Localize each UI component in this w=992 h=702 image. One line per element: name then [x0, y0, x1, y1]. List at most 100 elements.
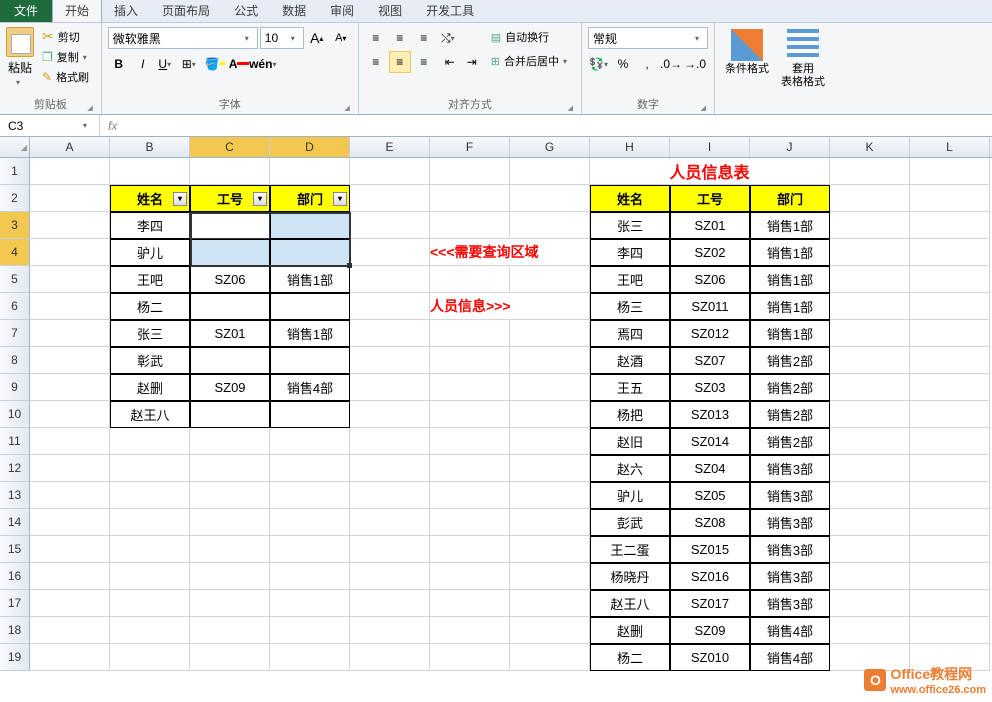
cell-J5[interactable]: 销售1部 — [750, 266, 830, 293]
row-header-15[interactable]: 15 — [0, 536, 30, 563]
cell-E4[interactable] — [350, 239, 430, 266]
cell-C16[interactable] — [190, 563, 270, 590]
cell-K7[interactable] — [830, 320, 910, 347]
tab-dev[interactable]: 开发工具 — [414, 0, 486, 22]
cell-I8[interactable]: SZ07 — [670, 347, 750, 374]
cell-A10[interactable] — [30, 401, 110, 428]
cell-A5[interactable] — [30, 266, 110, 293]
cell-A15[interactable] — [30, 536, 110, 563]
col-header-F[interactable]: F — [430, 137, 510, 157]
cell-F9[interactable] — [430, 374, 510, 401]
cell-C12[interactable] — [190, 455, 270, 482]
cell-J2[interactable]: 部门 — [750, 185, 830, 212]
cell-D15[interactable] — [270, 536, 350, 563]
cell-C17[interactable] — [190, 590, 270, 617]
cell-H8[interactable]: 赵酒 — [590, 347, 670, 374]
cell-I13[interactable]: SZ05 — [670, 482, 750, 509]
cell-E10[interactable] — [350, 401, 430, 428]
cell-H19[interactable]: 杨二 — [590, 644, 670, 671]
decrease-decimal-button[interactable]: →.0 — [684, 53, 706, 75]
font-color-button[interactable]: A — [228, 53, 250, 75]
cell-I3[interactable]: SZ01 — [670, 212, 750, 239]
cell-E16[interactable] — [350, 563, 430, 590]
filter-dropdown-icon[interactable]: ▾ — [333, 192, 347, 206]
cell-I10[interactable]: SZ013 — [670, 401, 750, 428]
cell-F15[interactable] — [430, 536, 510, 563]
cell-J11[interactable]: 销售2部 — [750, 428, 830, 455]
cell-G10[interactable] — [510, 401, 590, 428]
cell-H5[interactable]: 王吧 — [590, 266, 670, 293]
cell-E15[interactable] — [350, 536, 430, 563]
cell-J3[interactable]: 销售1部 — [750, 212, 830, 239]
cell-C19[interactable] — [190, 644, 270, 671]
cell-F8[interactable] — [430, 347, 510, 374]
cell-C15[interactable] — [190, 536, 270, 563]
cell-L2[interactable] — [910, 185, 990, 212]
cell-D19[interactable] — [270, 644, 350, 671]
cell-C4[interactable] — [190, 239, 270, 266]
cell-G17[interactable] — [510, 590, 590, 617]
tab-insert[interactable]: 插入 — [102, 0, 150, 22]
cell-K11[interactable] — [830, 428, 910, 455]
cell-J17[interactable]: 销售3部 — [750, 590, 830, 617]
cell-J18[interactable]: 销售4部 — [750, 617, 830, 644]
row-header-9[interactable]: 9 — [0, 374, 30, 401]
cell-G2[interactable] — [510, 185, 590, 212]
col-header-B[interactable]: B — [110, 137, 190, 157]
number-format-select[interactable]: 常规▾ — [588, 27, 708, 49]
wrap-text-button[interactable]: ▤自动换行 — [487, 27, 575, 47]
tab-view[interactable]: 视图 — [366, 0, 414, 22]
cell-K5[interactable] — [830, 266, 910, 293]
cell-G14[interactable] — [510, 509, 590, 536]
cell-K16[interactable] — [830, 563, 910, 590]
cell-L11[interactable] — [910, 428, 990, 455]
underline-button[interactable]: U▾ — [156, 53, 178, 75]
name-box[interactable]: C3▾ — [0, 115, 100, 136]
font-name-select[interactable]: 微软雅黑▾ — [108, 27, 258, 49]
borders-button[interactable]: ⊞▾ — [180, 53, 202, 75]
cell-I16[interactable]: SZ016 — [670, 563, 750, 590]
cell-B1[interactable] — [110, 158, 190, 185]
row-header-7[interactable]: 7 — [0, 320, 30, 347]
cell-I18[interactable]: SZ09 — [670, 617, 750, 644]
tab-file[interactable]: 文件 — [0, 0, 52, 22]
cell-J14[interactable]: 销售3部 — [750, 509, 830, 536]
cell-A3[interactable] — [30, 212, 110, 239]
cell-F14[interactable] — [430, 509, 510, 536]
cell-G5[interactable] — [510, 266, 590, 293]
cell-E6[interactable] — [350, 293, 430, 320]
cell-L5[interactable] — [910, 266, 990, 293]
tab-home[interactable]: 开始 — [52, 0, 102, 22]
row-header-8[interactable]: 8 — [0, 347, 30, 374]
cell-A2[interactable] — [30, 185, 110, 212]
cell-H13[interactable]: 驴儿 — [590, 482, 670, 509]
cell-A17[interactable] — [30, 590, 110, 617]
cell-B18[interactable] — [110, 617, 190, 644]
tab-review[interactable]: 审阅 — [318, 0, 366, 22]
cell-L10[interactable] — [910, 401, 990, 428]
shrink-font-button[interactable]: A▾ — [330, 27, 352, 49]
cell-C9[interactable]: SZ09 — [190, 374, 270, 401]
cell-H4[interactable]: 李四 — [590, 239, 670, 266]
row-header-3[interactable]: 3 — [0, 212, 30, 239]
cell-H16[interactable]: 杨晓丹 — [590, 563, 670, 590]
cell-H6[interactable]: 杨三 — [590, 293, 670, 320]
cell-L1[interactable] — [910, 158, 990, 185]
cell-F12[interactable] — [430, 455, 510, 482]
cell-I5[interactable]: SZ06 — [670, 266, 750, 293]
row-header-13[interactable]: 13 — [0, 482, 30, 509]
cell-I17[interactable]: SZ017 — [670, 590, 750, 617]
cell-A19[interactable] — [30, 644, 110, 671]
cell-A4[interactable] — [30, 239, 110, 266]
cell-K1[interactable] — [830, 158, 910, 185]
cell-G8[interactable] — [510, 347, 590, 374]
cell-J15[interactable]: 销售3部 — [750, 536, 830, 563]
cell-E7[interactable] — [350, 320, 430, 347]
currency-button[interactable]: 💱▾ — [588, 53, 610, 75]
cell-B11[interactable] — [110, 428, 190, 455]
cell-J10[interactable]: 销售2部 — [750, 401, 830, 428]
cell-F18[interactable] — [430, 617, 510, 644]
cell-D4[interactable] — [270, 239, 350, 266]
cell-E3[interactable] — [350, 212, 430, 239]
align-bottom-button[interactable]: ≡ — [413, 27, 435, 49]
